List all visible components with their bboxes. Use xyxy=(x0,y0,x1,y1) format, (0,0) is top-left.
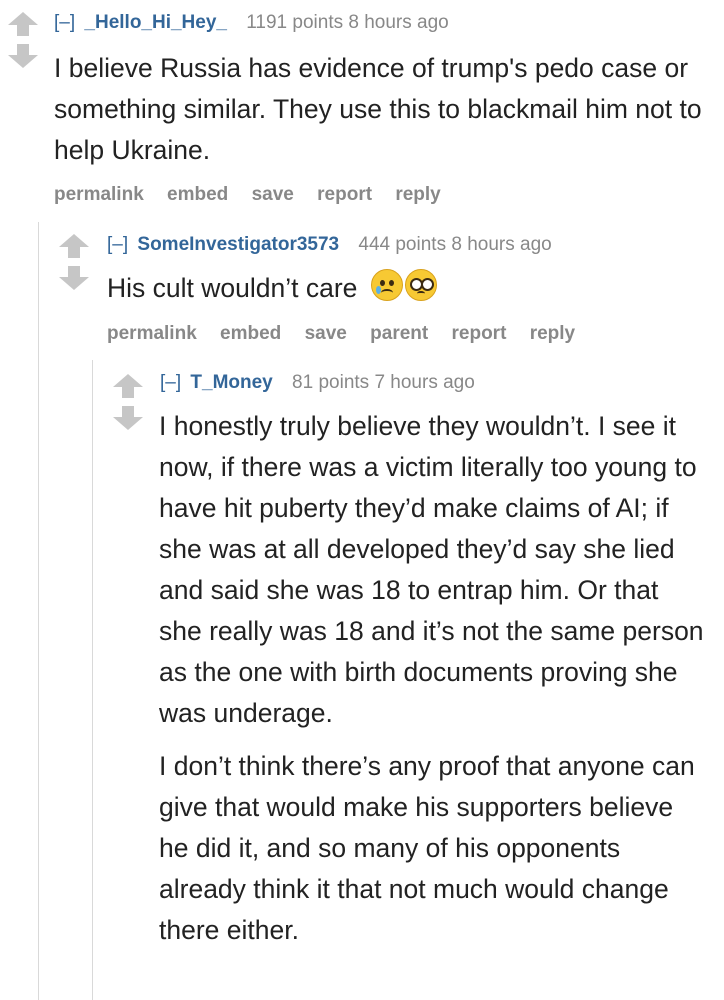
comment-body: His cult wouldn’t care xyxy=(107,268,707,313)
save-button[interactable]: save xyxy=(305,323,347,344)
comment-paragraph: I believe Russia has evidence of trump's… xyxy=(54,53,702,165)
comment-buttons: permalink embed save report reply xyxy=(54,184,459,206)
score-and-time: 1191 points 8 hours ago xyxy=(246,12,449,33)
thread-line-level-3 xyxy=(92,360,93,1000)
downvote-arrow-icon[interactable] xyxy=(8,44,38,68)
comment-text: His cult wouldn’t care xyxy=(107,273,358,303)
vote-arrows xyxy=(59,234,89,300)
upvote-arrow-icon[interactable] xyxy=(8,12,38,36)
score-and-time: 444 points 8 hours ago xyxy=(358,234,552,255)
comment-tagline: [–] SomeInvestigator3573 444 points 8 ho… xyxy=(107,234,552,256)
emoji-group xyxy=(370,269,439,313)
crying-face-icon xyxy=(370,269,403,301)
downvote-arrow-icon[interactable] xyxy=(59,266,89,290)
reply-button[interactable]: reply xyxy=(395,184,440,205)
report-button[interactable]: report xyxy=(317,184,372,205)
comment-paragraph: His cult wouldn’t care xyxy=(107,268,707,313)
vote-arrows xyxy=(8,12,38,78)
embed-button[interactable]: embed xyxy=(220,323,281,344)
author-link[interactable]: T_Money xyxy=(190,372,272,393)
permalink-button[interactable]: permalink xyxy=(107,323,197,344)
pleading-face-icon xyxy=(404,269,437,301)
comment-tagline: [–] _Hello_Hi_Hey_ 1191 points 8 hours a… xyxy=(54,12,449,34)
author-link[interactable]: SomeInvestigator3573 xyxy=(137,234,339,255)
collapse-toggle[interactable]: [–] xyxy=(54,12,75,33)
comment-body: I honestly truly believe they wouldn’t. … xyxy=(159,406,704,963)
comment-buttons: permalink embed save parent report reply xyxy=(107,323,593,345)
downvote-arrow-icon[interactable] xyxy=(113,406,143,430)
collapse-toggle[interactable]: [–] xyxy=(160,372,181,393)
upvote-arrow-icon[interactable] xyxy=(113,374,143,398)
vote-arrows xyxy=(113,374,143,440)
upvote-arrow-icon[interactable] xyxy=(59,234,89,258)
comment-tagline: [–] T_Money 81 points 7 hours ago xyxy=(160,372,475,394)
comment-body: I believe Russia has evidence of trump's… xyxy=(54,48,719,183)
embed-button[interactable]: embed xyxy=(167,184,228,205)
comment-paragraph: I don’t think there’s any proof that any… xyxy=(159,751,695,945)
permalink-button[interactable]: permalink xyxy=(54,184,144,205)
reply-button[interactable]: reply xyxy=(530,323,575,344)
score-and-time: 81 points 7 hours ago xyxy=(292,372,475,393)
save-button[interactable]: save xyxy=(252,184,294,205)
thread-line-level-2 xyxy=(38,222,39,1000)
parent-button[interactable]: parent xyxy=(370,323,428,344)
collapse-toggle[interactable]: [–] xyxy=(107,234,128,255)
comment-paragraph: I honestly truly believe they wouldn’t. … xyxy=(159,411,704,728)
report-button[interactable]: report xyxy=(452,323,507,344)
author-link[interactable]: _Hello_Hi_Hey_ xyxy=(84,12,227,33)
